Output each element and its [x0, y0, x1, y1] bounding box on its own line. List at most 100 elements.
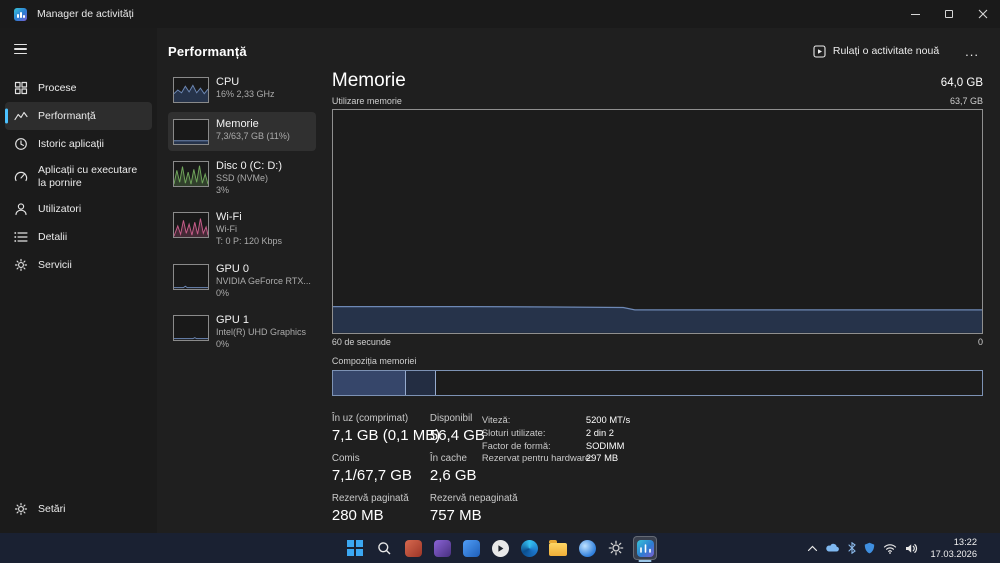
volume-icon[interactable] [905, 543, 918, 554]
show-desktop-button[interactable] [985, 533, 988, 563]
performance-page: Performanță Rulați o activitate nouă ... [157, 28, 1000, 533]
sidebar: Procese Performanță Istoric aplicații Ap… [0, 28, 157, 533]
details-list-icon [13, 230, 28, 244]
sidebar-item-label: Aplicații cu executare la pornire [38, 164, 138, 189]
maximize-icon [945, 10, 953, 18]
history-clock-icon [13, 137, 28, 151]
perf-item-cpu[interactable]: CPU 16% 2,33 GHz [168, 70, 316, 109]
perf-item-disk0[interactable]: Disc 0 (C: D:) SSD (NVMe) 3% [168, 154, 316, 202]
memory-composition-label: Compoziția memoriei [331, 355, 417, 366]
sidebar-item-label: Procese [38, 81, 77, 94]
memory-hardware-details: Viteză: 5200 MT/s Sloturi utilizate: 2 d… [482, 414, 630, 465]
start-button[interactable] [343, 536, 367, 560]
chart-x-left-label: 60 de secunde [331, 336, 391, 347]
wifi-mini-chart [173, 212, 209, 239]
processes-icon [13, 81, 28, 95]
blue-x-app-icon [462, 539, 480, 557]
task-manager-app-icon [14, 7, 27, 21]
taskbar-settings-button[interactable] [604, 536, 628, 560]
onedrive-cloud-icon[interactable] [826, 543, 840, 553]
sidebar-item-app-history[interactable]: Istoric aplicații [5, 130, 152, 158]
taskbar-app-icon-4[interactable] [575, 536, 599, 560]
sidebar-item-startup-apps[interactable]: Aplicații cu executare la pornire [5, 158, 152, 195]
stat-in-use: În uz (comprimat) 7,1 GB (0,1 MB) [331, 413, 441, 444]
performance-category-list: CPU 16% 2,33 GHz Memorie 7,3/63,7 GB (11… [168, 70, 318, 533]
memory-mini-chart [173, 119, 209, 145]
sidebar-item-processes[interactable]: Procese [5, 74, 152, 102]
disk-mini-chart [173, 161, 209, 187]
taskbar-search-button[interactable] [372, 536, 396, 560]
perf-item-wifi[interactable]: Wi-Fi Wi-Fi T: 0 P: 120 Kbps [168, 205, 316, 253]
sidebar-item-settings[interactable]: Setări [5, 495, 152, 523]
perf-item-memory[interactable]: Memorie 7,3/63,7 GB (11%) [168, 112, 316, 151]
bluetooth-icon[interactable] [848, 542, 857, 554]
perf-item-gpu1[interactable]: GPU 1 Intel(R) UHD Graphics 0% [168, 308, 316, 356]
sidebar-item-label: Setări [38, 502, 66, 515]
detail-hardware-reserved: Rezervat pentru hardware: 297 MB [481, 452, 619, 464]
hidden-icons-chevron[interactable] [807, 545, 818, 552]
taskbar-app-icon-3[interactable] [459, 536, 483, 560]
minimize-icon [910, 13, 920, 15]
memory-capacity: 64,0 GB [940, 77, 983, 89]
run-new-task-button[interactable]: Rulați o activitate nouă [807, 41, 945, 62]
taskbar-date: 17.03.2026 [930, 549, 977, 559]
security-shield-icon[interactable] [864, 542, 875, 554]
memory-modified-segment [406, 370, 437, 395]
memory-usage-chart [331, 109, 983, 334]
detail-form-factor: Factor de formă: SODIMM [481, 439, 625, 451]
detail-slots-used: Sloturi utilizate: 2 din 2 [481, 426, 615, 438]
stat-non-paged-pool: Rezervă nepaginată 757 MB [429, 493, 518, 524]
page-title: Performanță [168, 43, 247, 59]
sidebar-item-details[interactable]: Detalii [5, 223, 152, 251]
stat-paged-pool: Rezervă paginată 280 MB [331, 493, 409, 524]
startup-gauge-icon [13, 170, 28, 184]
services-gear-icon [13, 258, 28, 272]
taskbar-app-icon-1[interactable] [401, 536, 425, 560]
memory-stats: În uz (comprimat) 7,1 GB (0,1 MB) Comis … [332, 413, 983, 533]
memory-detail-panel: Memorie 64,0 GB Utilizare memorie 63,7 G… [318, 70, 983, 533]
run-new-task-icon [813, 44, 826, 58]
close-button[interactable] [966, 0, 1000, 28]
memory-chart-max: 63,7 GB [949, 96, 983, 106]
sidebar-item-performance[interactable]: Performanță [5, 102, 152, 130]
run-new-task-label: Rulați o activitate nouă [832, 45, 940, 57]
memory-in-use-segment [332, 370, 407, 395]
perf-item-gpu0[interactable]: GPU 0 NVIDIA GeForce RTX... 0% [168, 257, 316, 305]
system-tray: 13:22 17.03.2026 [807, 533, 1000, 563]
navigation-menu-button[interactable] [7, 36, 41, 62]
cpu-mini-chart [173, 77, 209, 103]
sidebar-item-label: Detalii [38, 230, 68, 243]
taskbar-edge-button[interactable] [517, 536, 541, 560]
titlebar: Manager de activități [0, 0, 1000, 28]
sidebar-item-label: Servicii [38, 258, 72, 271]
minimize-button[interactable] [898, 0, 932, 28]
media-player-icon [491, 539, 509, 557]
windows-logo-icon [347, 540, 363, 556]
wifi-icon[interactable] [883, 543, 897, 554]
performance-icon [13, 109, 28, 123]
memory-title: Memorie [331, 70, 406, 91]
taskbar-media-player-button[interactable] [488, 536, 512, 560]
taskbar-time: 13:22 [953, 536, 977, 547]
taskbar-clock[interactable]: 13:22 17.03.2026 [930, 536, 977, 560]
window-title: Manager de activități [37, 8, 134, 20]
memory-usage-chart-label: Utilizare memorie [331, 96, 402, 106]
stat-committed: Comis 7,1/67,7 GB [331, 453, 412, 484]
red-app-icon [404, 539, 422, 557]
task-manager-window: Manager de activități Procese Performanț… [0, 0, 1000, 563]
users-icon [13, 202, 28, 216]
taskbar-app-icon-2[interactable] [430, 536, 454, 560]
file-explorer-icon [549, 540, 567, 556]
maximize-button[interactable] [932, 0, 966, 28]
sidebar-item-users[interactable]: Utilizatori [5, 195, 152, 223]
memory-composition-bar [331, 369, 983, 396]
blue-round-app-icon [578, 539, 596, 557]
edge-browser-icon [520, 539, 538, 557]
settings-gear-icon [608, 540, 624, 556]
search-icon [377, 541, 390, 554]
more-options-button[interactable]: ... [961, 42, 983, 61]
task-manager-icon [636, 539, 654, 557]
sidebar-item-services[interactable]: Servicii [5, 251, 152, 279]
taskbar-task-manager-button[interactable] [633, 536, 657, 560]
taskbar-file-explorer-button[interactable] [546, 536, 570, 560]
